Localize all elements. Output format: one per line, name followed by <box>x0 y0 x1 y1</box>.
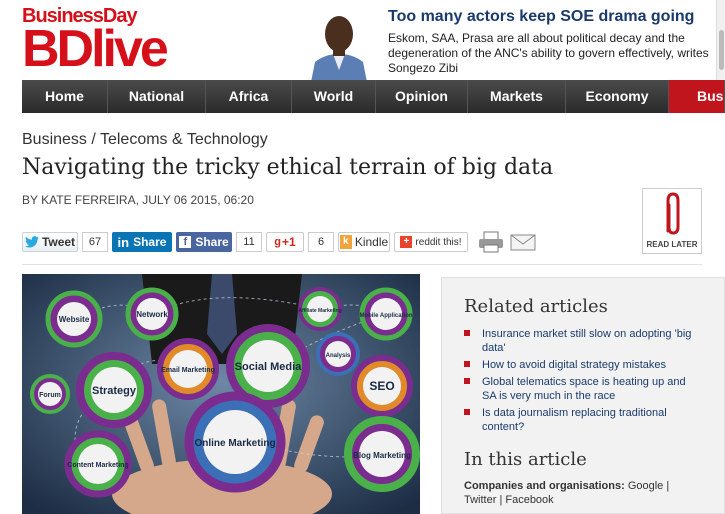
nav-item-world[interactable]: World <box>292 80 376 113</box>
reddit-button[interactable]: + reddit this! <box>394 232 468 252</box>
header-scrollbar[interactable] <box>716 0 725 90</box>
article-title: Navigating the tricky ethical terrain of… <box>22 155 554 180</box>
twitter-bird-icon <box>24 236 39 248</box>
gear-label-network: Network <box>136 310 168 319</box>
bullet-icon <box>464 361 470 367</box>
columnist-photo[interactable] <box>305 4 373 82</box>
related-article-link[interactable]: How to avoid digital strategy mistakes <box>464 358 700 372</box>
hero-image[interactable]: Website Network Affiliate Marketing Mobi… <box>22 274 420 514</box>
related-article-text[interactable]: Global telematics space is heating up an… <box>482 376 686 402</box>
linkedin-label: Share <box>133 235 167 249</box>
breadcrumb[interactable]: Business / Telecoms & Technology <box>22 131 268 149</box>
related-articles-list: Insurance market still slow on adopting … <box>464 327 700 437</box>
divider <box>22 264 702 265</box>
share-bar: Tweet 67 in Share f Share 11 g +1 6 k Ki… <box>22 231 536 253</box>
bullet-icon <box>464 378 470 384</box>
related-article-text[interactable]: How to avoid digital strategy mistakes <box>482 359 666 371</box>
gear-label-content: Content Marketing <box>67 462 128 469</box>
tweet-button[interactable]: Tweet <box>22 232 78 252</box>
sidebar: Related articles Insurance market still … <box>441 277 725 514</box>
related-article-link[interactable]: Insurance market still slow on adopting … <box>464 327 700 355</box>
print-icon[interactable] <box>478 231 504 253</box>
facebook-label: Share <box>195 235 229 249</box>
gear-label-social: Social Media <box>235 361 303 373</box>
gear-label-blog: Blog Marketing <box>353 451 411 460</box>
kindle-button[interactable]: k Kindle <box>338 232 390 252</box>
gear-label-strategy: Strategy <box>92 385 137 397</box>
tweet-label: Tweet <box>41 235 76 249</box>
nav-item-national[interactable]: National <box>108 80 206 113</box>
bullet-icon <box>464 409 470 415</box>
linkedin-share-button[interactable]: in Share <box>112 232 172 252</box>
gplus-label: +1 <box>282 235 296 249</box>
gear-label-forum: Forum <box>39 392 61 399</box>
nav-item-africa[interactable]: Africa <box>206 80 292 113</box>
nav-item-business[interactable]: Busin <box>669 80 725 113</box>
read-later-label: READ LATER <box>646 240 698 249</box>
gear-label-mobile: Mobile Application <box>359 313 412 319</box>
linkedin-icon: in <box>117 234 130 250</box>
bullet-icon <box>464 330 470 336</box>
reddit-icon: + <box>400 236 413 248</box>
tweet-count: 67 <box>82 232 108 252</box>
kindle-label: Kindle <box>354 235 389 249</box>
kindle-icon: k <box>339 235 352 249</box>
gear-label-email: Email Marketing <box>161 367 215 374</box>
gear-label-affiliate: Affiliate Marketing <box>298 308 341 314</box>
companies-list: Companies and organisations: Google | Tw… <box>464 479 704 507</box>
gplus-icon: g <box>274 236 282 248</box>
facebook-icon: f <box>179 236 192 248</box>
related-article-link[interactable]: Global telematics space is heating up an… <box>464 375 700 403</box>
gear-label-seo: SEO <box>369 379 394 393</box>
gear-label-analysis: Analysis <box>326 353 351 359</box>
bdlive-logo[interactable]: BusinessDay BDlive <box>22 6 182 76</box>
nav-item-markets[interactable]: Markets <box>468 80 566 113</box>
related-article-text[interactable]: Insurance market still slow on adopting … <box>482 328 691 354</box>
related-article-text[interactable]: Is data journalism replacing traditional… <box>482 407 667 433</box>
in-this-article-heading: In this article <box>464 449 587 470</box>
email-icon[interactable] <box>510 231 536 253</box>
byline: BY KATE FERREIRA, JULY 06 2015, 06:20 <box>22 193 254 207</box>
promo-headline-link[interactable]: Too many actors keep SOE drama going <box>388 8 718 26</box>
facebook-share-button[interactable]: f Share <box>176 232 232 252</box>
gear-label-website: Website <box>59 315 90 324</box>
nav-item-economy[interactable]: Economy <box>566 80 669 113</box>
reddit-label: reddit this! <box>415 236 462 248</box>
facebook-count: 11 <box>236 232 262 252</box>
scroll-thumb[interactable] <box>719 30 724 70</box>
related-article-link[interactable]: Is data journalism replacing traditional… <box>464 406 700 434</box>
main-nav: Home National Africa World Opinion Marke… <box>22 80 725 113</box>
gplus-button[interactable]: g +1 <box>266 232 304 252</box>
nav-item-opinion[interactable]: Opinion <box>376 80 468 113</box>
companies-label: Companies and organisations: <box>464 480 625 492</box>
paperclip-icon <box>666 192 680 235</box>
read-later-button[interactable]: READ LATER <box>642 188 702 254</box>
gplus-count: 6 <box>308 232 334 252</box>
gear-label-online: Online Marketing <box>194 438 275 449</box>
related-articles-heading: Related articles <box>464 296 608 317</box>
logo-bdlive-text: BDlive <box>22 20 169 78</box>
promo-summary: Eskom, SAA, Prasa are all about politica… <box>388 31 709 75</box>
nav-item-home[interactable]: Home <box>22 80 108 113</box>
